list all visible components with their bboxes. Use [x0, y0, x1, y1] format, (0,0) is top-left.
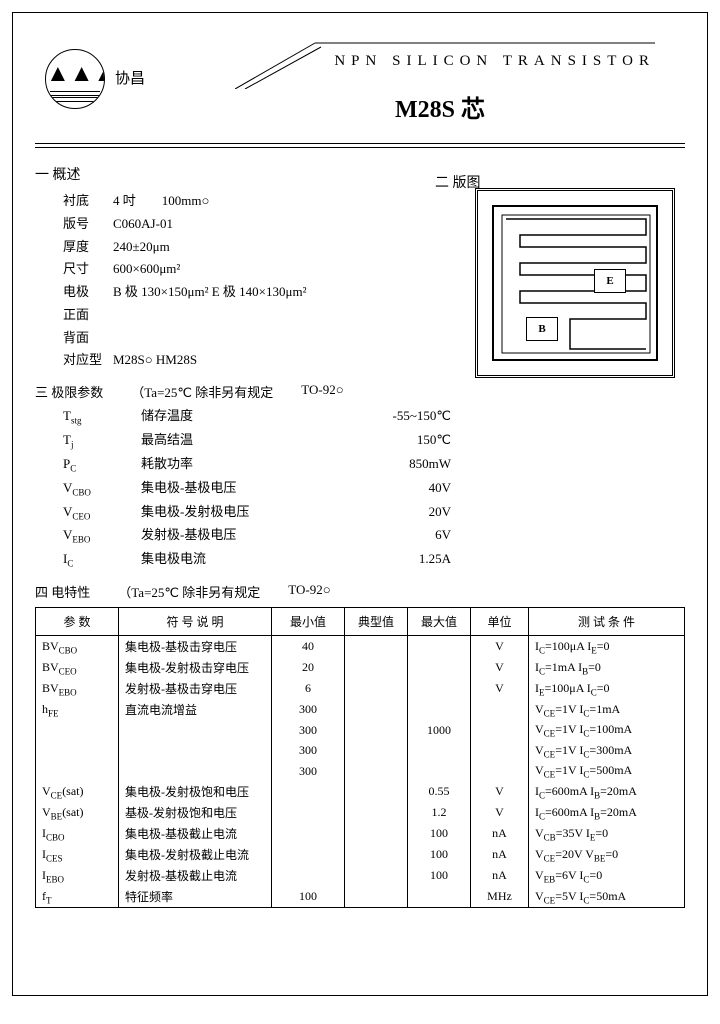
rating-row: PC耗散功率850mW — [63, 453, 685, 477]
table-row: BVEBO发射极-基极击穿电压6VIE=100μA IC=0 — [36, 678, 685, 699]
brand-name: 协昌 — [115, 67, 145, 88]
ratings-title: 三 极限参数 — [35, 382, 103, 401]
char-package: TO-92○ — [288, 582, 330, 601]
ratings-condition: （Ta=25℃ 除非另有规定 — [131, 382, 273, 401]
table-row: ICBO集电极-基极截止电流100nAVCB=35V IE=0 — [36, 823, 685, 844]
emitter-serpentine-icon — [500, 213, 652, 355]
rating-row: VEBO发射极-基极电压6V — [63, 524, 685, 548]
table-row: BVCEO集电极-发射极击穿电压20VIC=1mA IB=0 — [36, 657, 685, 678]
datasheet-page: ▲▲▲ 协昌 NPN SILICON TRANSISTOR M28S 芯 一 概… — [12, 12, 708, 996]
rating-row: IC集电极电流1.25A — [63, 548, 685, 572]
char-section-header: 四 电特性 （Ta=25℃ 除非另有规定 TO-92○ — [35, 582, 685, 601]
rating-row: Tj最高结温150℃ — [63, 429, 685, 453]
table-header-row: 参 数 符 号 说 明 最小值 典型值 最大值 单位 测 试 条 件 — [36, 608, 685, 636]
logo-icon: ▲▲▲ — [45, 49, 105, 109]
char-condition: （Ta=25℃ 除非另有规定 — [118, 582, 260, 601]
table-row: ICES集电极-发射极截止电流100nAVCE=20V VBE=0 — [36, 844, 685, 865]
char-title: 四 电特性 — [35, 582, 90, 601]
emitter-pad: E — [594, 269, 626, 293]
rating-row: Tstg储存温度-55~150℃ — [63, 405, 685, 429]
header: ▲▲▲ 协昌 NPN SILICON TRANSISTOR M28S 芯 — [35, 31, 685, 141]
table-row: fT特征频率100MHzVCE=5V IC=50mA — [36, 886, 685, 908]
part-number: M28S 芯 — [395, 89, 485, 124]
characteristics-table: 参 数 符 号 说 明 最小值 典型值 最大值 单位 测 试 条 件 BVCBO… — [35, 607, 685, 908]
section-layout-title: 二 版图 — [435, 172, 481, 192]
table-row: 300VCE=1V IC=500mA — [36, 761, 685, 781]
header-rule — [35, 143, 685, 148]
content-area: 一 概述 二 版图 衬底4 吋 100mm○ 版号C060AJ-01 厚度240… — [35, 164, 685, 908]
ratings-list: Tstg储存温度-55~150℃ Tj最高结温150℃ PC耗散功率850mW … — [63, 405, 685, 572]
ratings-section-header: 三 极限参数 （Ta=25℃ 除非另有规定 TO-92○ — [35, 382, 685, 401]
rating-row: VCBO集电极-基极电压40V — [63, 477, 685, 501]
table-row: 300VCE=1V IC=300mA — [36, 741, 685, 761]
table-row: VCE(sat)集电极-发射极饱和电压0.55VIC=600mA IB=20mA — [36, 781, 685, 802]
table-row: BVCBO集电极-基极击穿电压40VIC=100μA IE=0 — [36, 636, 685, 658]
section-overview-title: 一 概述 — [35, 164, 685, 184]
table-row: 3001000VCE=1V IC=100mA — [36, 720, 685, 740]
brand-logo: ▲▲▲ — [45, 49, 105, 109]
die-outline: E B — [492, 205, 658, 361]
table-row: hFE直流电流增益300VCE=1V IC=1mA — [36, 699, 685, 720]
base-pad: B — [526, 317, 558, 341]
table-row: IEBO发射极-基极截止电流100nAVEB=6V IC=0 — [36, 865, 685, 886]
chip-layout-diagram: E B — [475, 188, 675, 378]
table-row: VBE(sat)基极-发射极饱和电压1.2VIC=600mA IB=20mA — [36, 802, 685, 823]
rating-row: VCEO集电极-发射极电压20V — [63, 501, 685, 525]
product-type: NPN SILICON TRANSISTOR — [334, 53, 655, 70]
ratings-package: TO-92○ — [301, 382, 343, 401]
